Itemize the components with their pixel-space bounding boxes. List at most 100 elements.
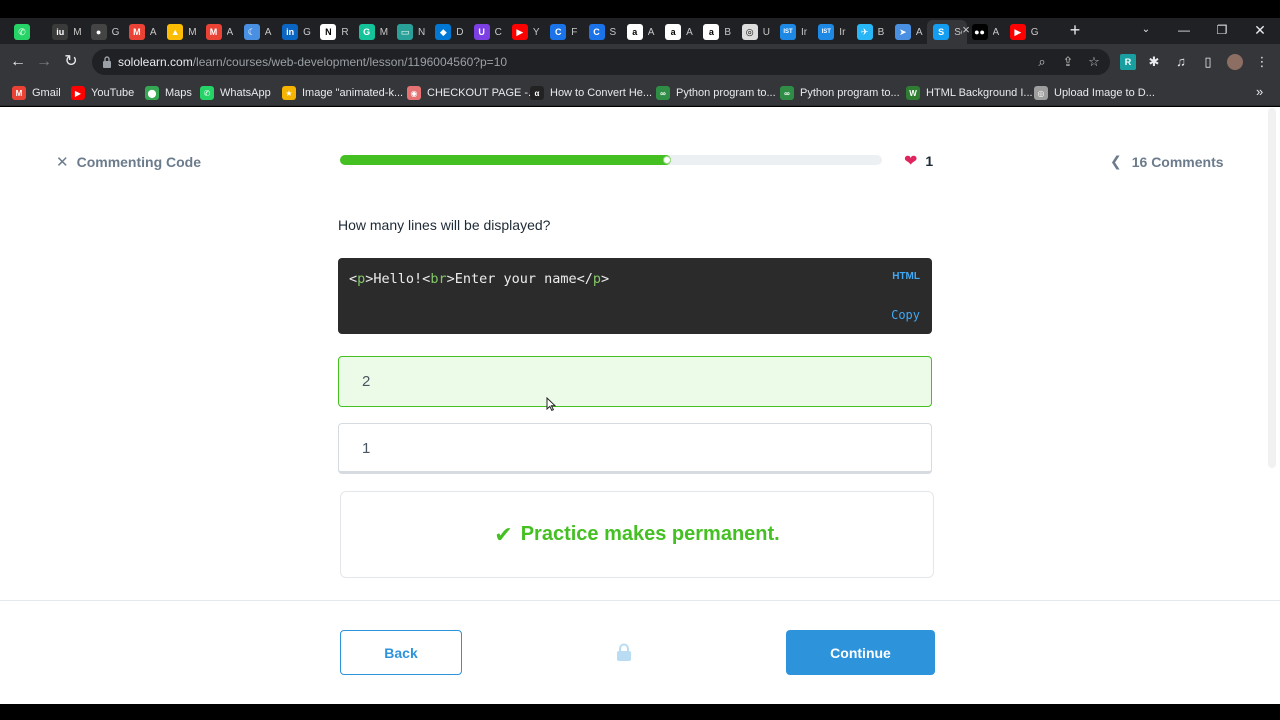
tab-title: U: [762, 26, 770, 38]
browser-tab[interactable]: ✆: [8, 20, 46, 44]
browser-tab[interactable]: ✈ B: [851, 20, 889, 44]
back-button[interactable]: Back: [340, 630, 462, 675]
browser-tab[interactable]: ☾ A: [238, 20, 276, 44]
side-panel-icon[interactable]: ▯: [1200, 54, 1216, 70]
zoom-icon[interactable]: ⌕: [1034, 54, 1050, 70]
globe-icon: ◎: [741, 24, 758, 40]
code-token: >: [601, 271, 610, 287]
share-icon[interactable]: ⇪: [1060, 54, 1076, 70]
tab-title: M: [379, 26, 388, 38]
notion-icon: N: [320, 24, 337, 40]
whatsapp-icon: ✆: [14, 24, 30, 40]
tab-title: A: [992, 26, 1000, 38]
sololearn-icon: S: [933, 24, 950, 40]
battery-icon: ▭: [397, 24, 413, 40]
bookmark-item[interactable]: α How to Convert He...: [530, 85, 652, 101]
browser-tab[interactable]: ▲ M: [161, 20, 199, 44]
bookmark-item[interactable]: ⬤ Maps: [145, 85, 192, 101]
bookmark-item[interactable]: ▶ YouTube: [71, 85, 134, 101]
browser-tab[interactable]: CF: [544, 20, 582, 44]
bookmark-label: Image "animated-k...: [302, 87, 404, 99]
browser-tab[interactable]: UC: [468, 20, 506, 44]
progress-fill: [340, 155, 671, 165]
comments-button[interactable]: ❮ 16 Comments: [1110, 153, 1224, 170]
tab-title: A: [647, 26, 655, 38]
browser-tab[interactable]: CS: [583, 20, 621, 44]
browser-tab[interactable]: IST Ir: [812, 20, 850, 44]
bookmark-label: CHECKOUT PAGE -...: [427, 87, 538, 99]
bookmark-item[interactable]: ∞ Python program to...: [780, 85, 900, 101]
bookmark-label: YouTube: [91, 87, 135, 99]
alpha-icon: α: [530, 86, 544, 100]
grammarly-icon: G: [358, 24, 375, 40]
close-lesson-button[interactable]: ✕ Commenting Code: [56, 153, 201, 171]
send-icon: ➤: [894, 24, 911, 40]
linkedin-icon: in: [282, 24, 299, 40]
code-language-label: HTML: [892, 271, 920, 282]
maps-icon: ⬤: [145, 86, 159, 100]
lesson-page: ✕ Commenting Code ❤ 1 ❮ 16 Comments How …: [0, 107, 1280, 704]
tab-strip: ✆ iu M ● G M A ▲ M M A ☾ Ain G N R G M ▭ N ◆ D U C ▶ Y C F C Sa Aa Aa B ◎…: [0, 18, 1280, 44]
close-window-button[interactable]: ✕: [1248, 21, 1272, 39]
more-bookmarks-icon[interactable]: »: [1256, 84, 1263, 99]
bookmark-label: HTML Background I...: [926, 87, 1033, 99]
padlock-icon: [617, 643, 631, 661]
minimize-button[interactable]: —: [1172, 21, 1196, 39]
new-tab-button[interactable]: +: [1066, 21, 1084, 39]
browser-tab[interactable]: MA: [123, 20, 161, 44]
browser-tab[interactable]: GM: [353, 20, 391, 44]
bookmark-item[interactable]: ◎ Upload Image to D...: [1034, 85, 1155, 101]
bookmark-star-icon[interactable]: ☆: [1086, 54, 1102, 70]
amazon-icon: a: [665, 24, 682, 40]
gfg-icon: ∞: [656, 86, 670, 100]
browser-tab[interactable]: aA: [621, 20, 659, 44]
browser-tab[interactable]: ● G: [85, 20, 123, 44]
url-text: sololearn.com/learn/courses/web-developm…: [118, 55, 507, 69]
bookmark-item[interactable]: M Gmail: [12, 85, 61, 101]
tab-title: S: [609, 26, 617, 38]
vscode-icon: ◆: [435, 24, 452, 40]
browser-tab[interactable]: MA: [200, 20, 238, 44]
browser-tab[interactable]: ➤ A: [889, 20, 927, 44]
profile-avatar[interactable]: [1227, 54, 1243, 70]
extension-r-icon[interactable]: R: [1120, 54, 1136, 70]
tab-search-icon[interactable]: ⌄: [1134, 21, 1158, 39]
menu-kebab-icon[interactable]: ⋮: [1254, 54, 1270, 70]
page-scrollbar[interactable]: [1268, 108, 1276, 468]
whatsapp-icon: ✆: [200, 86, 214, 100]
media-control-icon[interactable]: ♫: [1173, 54, 1189, 70]
extensions-puzzle-icon[interactable]: ✱: [1146, 54, 1162, 70]
progress-bar: [340, 155, 882, 165]
maximize-button[interactable]: ❐: [1210, 21, 1234, 39]
answer-option[interactable]: 1: [338, 423, 932, 474]
browser-tab[interactable]: aB: [697, 20, 735, 44]
back-arrow-icon[interactable]: ←: [8, 52, 28, 72]
back-button-label: Back: [384, 644, 418, 661]
reload-icon[interactable]: ↻: [61, 52, 81, 72]
browser-tab[interactable]: ◎ U: [736, 20, 774, 44]
tab-title: B: [724, 26, 732, 38]
browser-tab[interactable]: ▶ G: [1004, 20, 1042, 44]
answer-option-selected[interactable]: 2: [338, 356, 932, 407]
heart-icon: ❤: [904, 153, 918, 170]
copy-code-button[interactable]: Copy: [891, 308, 920, 322]
lock-icon: [103, 56, 111, 68]
browser-tab[interactable]: ▶ Y: [506, 20, 544, 44]
browser-tab[interactable]: NR: [314, 20, 352, 44]
address-bar[interactable]: sololearn.com/learn/courses/web-developm…: [92, 49, 1110, 75]
youtube-icon: ▶: [1009, 24, 1026, 40]
continue-button[interactable]: Continue: [786, 630, 935, 675]
bookmark-item[interactable]: ◉ CHECKOUT PAGE -...: [407, 85, 537, 101]
browser-tab[interactable]: in G: [276, 20, 314, 44]
browser-tab[interactable]: IST Ir: [774, 20, 812, 44]
bookmark-item[interactable]: ✆ WhatsApp: [200, 85, 271, 101]
browser-tab[interactable]: ◆ D: [429, 20, 467, 44]
browser-tab[interactable]: iu M: [46, 20, 84, 44]
bookmark-item[interactable]: ★ Image "animated-k...: [282, 85, 403, 101]
close-tab-icon[interactable]: ×: [960, 23, 972, 36]
forward-arrow-icon[interactable]: →: [34, 52, 54, 72]
browser-tab[interactable]: aA: [659, 20, 697, 44]
bookmark-item[interactable]: W HTML Background I...: [906, 85, 1033, 101]
bookmark-item[interactable]: ∞ Python program to...: [656, 85, 776, 101]
browser-tab[interactable]: ▭ N: [391, 20, 429, 44]
